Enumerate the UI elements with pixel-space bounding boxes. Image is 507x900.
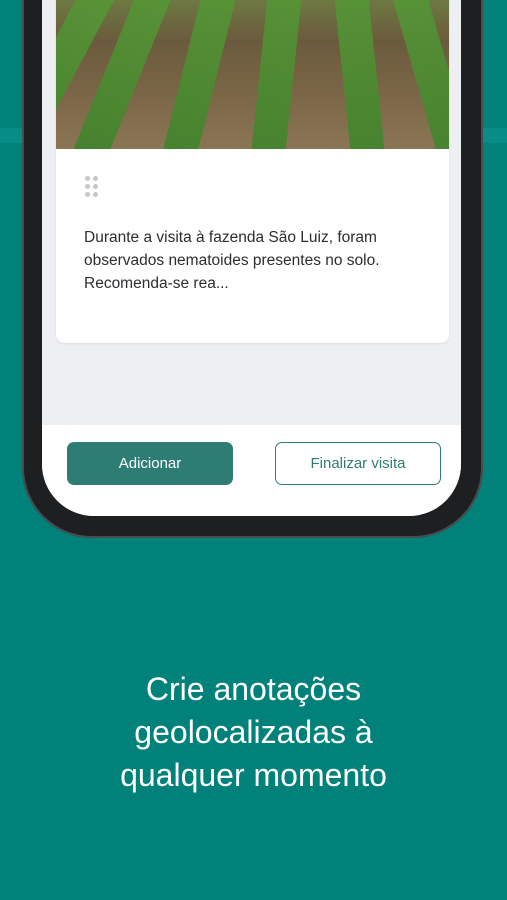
phone-screen: Durante a visita à fazenda São Luiz, for… bbox=[42, 0, 461, 516]
note-card[interactable]: Durante a visita à fazenda São Luiz, for… bbox=[56, 0, 449, 343]
action-bar: Adicionar Finalizar visita bbox=[42, 425, 461, 516]
drag-handle-icon[interactable] bbox=[85, 176, 101, 200]
finish-visit-button[interactable]: Finalizar visita bbox=[275, 442, 441, 485]
phone-frame: Durante a visita à fazenda São Luiz, for… bbox=[22, 0, 483, 538]
promo-headline: Crie anotações geolocalizadas à qualquer… bbox=[0, 668, 507, 797]
add-button[interactable]: Adicionar bbox=[67, 442, 233, 485]
promo-line-2: geolocalizadas à bbox=[134, 714, 373, 750]
note-preview-text: Durante a visita à fazenda São Luiz, for… bbox=[84, 229, 380, 292]
promo-line-1: Crie anotações bbox=[145, 671, 362, 707]
field-photo bbox=[56, 0, 449, 149]
promo-line-3: qualquer momento bbox=[120, 757, 387, 793]
